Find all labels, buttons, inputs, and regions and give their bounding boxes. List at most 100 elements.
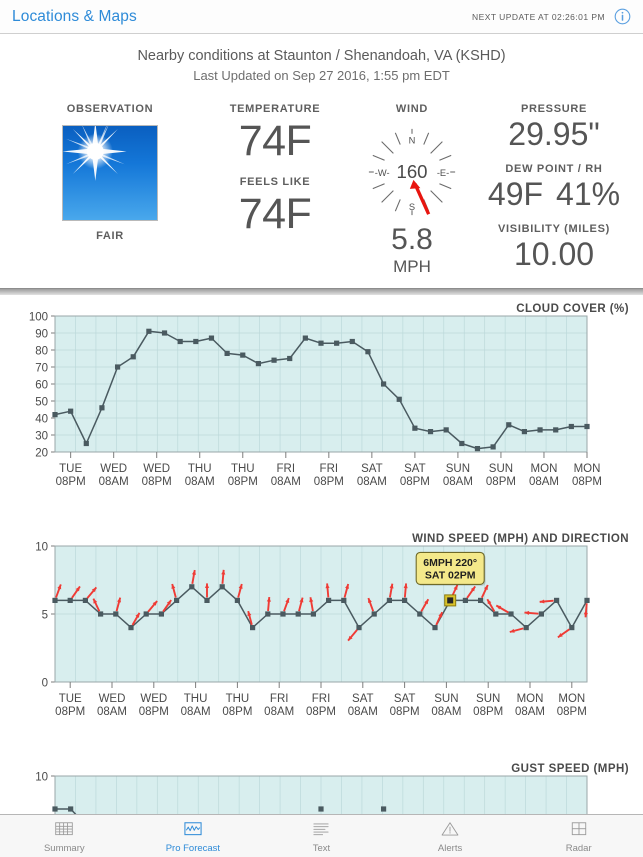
data-point-marker[interactable] xyxy=(386,597,392,603)
data-point-marker[interactable] xyxy=(234,597,240,603)
data-point-marker[interactable] xyxy=(584,423,590,430)
data-point-marker[interactable] xyxy=(318,806,324,812)
data-point-marker[interactable] xyxy=(114,364,121,370)
data-point-marker[interactable] xyxy=(82,597,88,603)
data-point-marker[interactable] xyxy=(474,446,481,452)
data-point-marker[interactable] xyxy=(204,597,210,603)
data-point-marker[interactable] xyxy=(161,330,168,336)
data-point-marker[interactable] xyxy=(113,611,119,617)
visibility-block: VISIBILITY (MILES) 10.00 xyxy=(465,223,643,273)
data-point-marker[interactable] xyxy=(462,597,468,603)
data-point-marker[interactable] xyxy=(326,597,332,603)
data-point-marker[interactable] xyxy=(356,625,362,631)
data-point-marker[interactable] xyxy=(568,423,574,430)
x-axis-tick-label-hour: 08AM xyxy=(348,706,378,718)
data-point-marker[interactable] xyxy=(224,350,230,356)
data-point-marker[interactable] xyxy=(68,806,74,812)
data-point-marker[interactable] xyxy=(143,611,149,617)
data-point-marker[interactable] xyxy=(380,381,387,387)
data-point-marker[interactable] xyxy=(349,338,355,345)
data-point-marker[interactable] xyxy=(295,611,301,617)
data-point-marker[interactable] xyxy=(584,597,590,603)
data-point-marker[interactable] xyxy=(99,405,105,411)
data-point-marker[interactable] xyxy=(189,584,195,590)
data-point-marker[interactable] xyxy=(240,352,246,358)
data-point-marker[interactable] xyxy=(158,611,164,617)
conditions-header: Nearby conditions at Staunton / Shenando… xyxy=(0,47,643,85)
data-point-marker[interactable] xyxy=(341,597,347,603)
data-point-marker[interactable] xyxy=(52,806,58,812)
data-point-marker[interactable] xyxy=(554,597,560,603)
data-point-marker[interactable] xyxy=(193,338,199,345)
data-point-marker[interactable] xyxy=(443,427,449,433)
data-point-marker[interactable] xyxy=(537,427,543,433)
data-point-marker[interactable] xyxy=(380,806,387,812)
wind-speed-unit: MPH xyxy=(393,257,431,276)
data-point-marker[interactable] xyxy=(177,338,183,345)
current-conditions-grid: OBSERVATION FAIR TEMPERATURE 74F FEELS L… xyxy=(0,103,643,283)
data-point-marker[interactable] xyxy=(250,625,256,631)
data-point-marker[interactable] xyxy=(427,429,434,435)
data-point-marker[interactable] xyxy=(83,440,89,447)
tab-pro-forecast[interactable]: Pro Forecast xyxy=(129,819,258,854)
chart-tooltip[interactable]: 6MPH 220°SAT 02PM xyxy=(415,551,486,586)
data-point-marker[interactable] xyxy=(432,625,438,631)
data-point-marker[interactable] xyxy=(287,355,293,362)
data-point-marker[interactable] xyxy=(128,625,134,631)
data-point-marker[interactable] xyxy=(459,440,465,447)
data-point-marker[interactable] xyxy=(146,328,152,334)
data-point-marker[interactable] xyxy=(334,340,340,346)
cloud-cover-plot[interactable]: 2030405060708090100TUE08PMWED08AMWED08PM… xyxy=(0,299,643,499)
compass-west-label: -W- xyxy=(375,168,390,178)
x-axis-tick-label-day: TUE xyxy=(59,693,82,705)
data-point-marker[interactable] xyxy=(538,611,544,617)
tab-radar[interactable]: Radar xyxy=(514,819,643,854)
data-point-marker[interactable] xyxy=(265,611,271,617)
data-point-marker[interactable] xyxy=(67,597,73,603)
info-circle-icon[interactable] xyxy=(614,8,631,25)
data-point-marker[interactable] xyxy=(208,335,215,341)
locations-maps-link[interactable]: Locations & Maps xyxy=(12,8,137,26)
data-point-marker[interactable] xyxy=(493,611,499,617)
wind-speed-plot[interactable]: 0510TUE08PMWED08AMWED08PMTHU08AMTHU08PMF… xyxy=(0,529,643,729)
data-point-marker[interactable] xyxy=(310,611,316,617)
data-point-marker[interactable] xyxy=(508,611,514,617)
data-point-marker[interactable] xyxy=(521,429,528,435)
data-point-marker[interactable] xyxy=(553,427,559,433)
tab-text[interactable]: Text xyxy=(257,819,386,854)
data-point-marker[interactable] xyxy=(52,412,58,418)
data-point-marker[interactable] xyxy=(130,354,136,360)
data-point-marker[interactable] xyxy=(280,611,286,617)
wind-speed-chart[interactable]: WIND SPEED (MPH) AND DIRECTION 0 5 10 TUE 08… xyxy=(0,529,643,729)
data-point-marker[interactable] xyxy=(569,625,575,631)
y-axis-tick-label: 100 xyxy=(29,312,48,324)
x-axis-tick-label-day: FRI xyxy=(277,463,296,475)
data-point-marker[interactable] xyxy=(219,584,225,590)
data-point-marker[interactable] xyxy=(506,422,512,428)
data-point-marker[interactable] xyxy=(52,597,58,603)
data-point-marker[interactable] xyxy=(412,425,418,431)
data-point-marker[interactable] xyxy=(417,611,423,617)
tab-summary[interactable]: Summary xyxy=(0,819,129,854)
gust-speed-chart[interactable]: GUST SPEED (MPH) 10 xyxy=(0,759,643,821)
data-point-marker[interactable] xyxy=(302,335,308,341)
data-point-marker[interactable] xyxy=(255,361,262,367)
data-point-marker[interactable] xyxy=(396,396,402,402)
data-point-marker[interactable] xyxy=(490,444,496,450)
data-point-marker[interactable] xyxy=(365,349,371,355)
x-axis-tick-label-day: SAT xyxy=(361,463,383,475)
tab-pro-forecast-label: Pro Forecast xyxy=(165,842,221,854)
data-point-marker[interactable] xyxy=(523,625,529,631)
selected-point-marker[interactable] xyxy=(447,597,454,604)
data-point-marker[interactable] xyxy=(402,597,408,603)
dewpoint-block: DEW POINT / RH 49F 41% xyxy=(465,163,643,213)
tab-alerts[interactable]: Alerts xyxy=(386,819,515,854)
data-point-marker[interactable] xyxy=(68,408,74,414)
data-point-marker[interactable] xyxy=(271,357,277,363)
data-point-marker[interactable] xyxy=(98,611,104,617)
data-point-marker[interactable] xyxy=(318,340,324,346)
cloud-cover-chart[interactable]: CLOUD COVER (%) 20 30 40 50 60 70 80 90 100 TUE 08… xyxy=(0,299,643,499)
data-point-marker[interactable] xyxy=(478,597,484,603)
data-point-marker[interactable] xyxy=(174,597,180,603)
data-point-marker[interactable] xyxy=(371,611,377,617)
